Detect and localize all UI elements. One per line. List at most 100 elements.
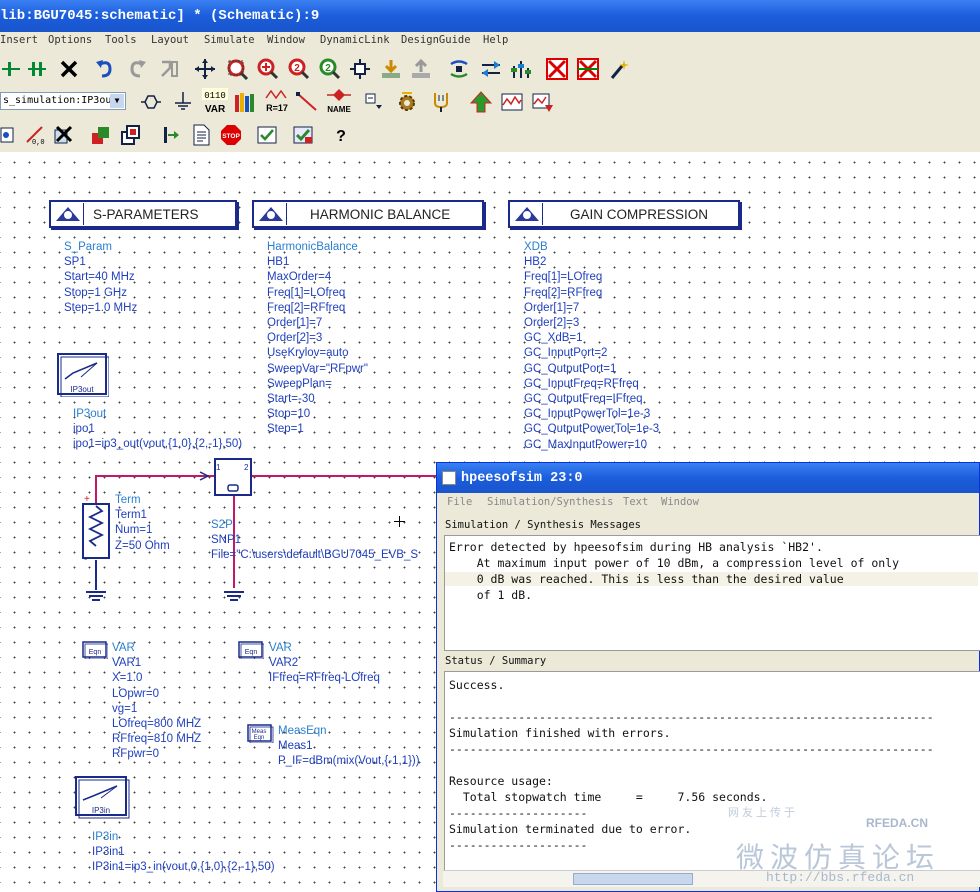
var-equation-icon[interactable]: 0110 VAR — [202, 88, 228, 114]
insert-wire-icon[interactable] — [26, 58, 48, 80]
window-title-bar[interactable]: lib:BGU7045:schematic] * (Schematic):9 — [0, 0, 980, 32]
parameter-sweep-icon[interactable]: R=17 — [264, 88, 288, 113]
menu-simulation-synthesis[interactable]: Simulation/Synthesis — [487, 496, 613, 508]
push-into-hierarchy-icon[interactable] — [380, 58, 402, 80]
menu-window[interactable]: Window — [267, 34, 305, 46]
delete-icon[interactable] — [58, 58, 80, 80]
svg-text:0,0: 0,0 — [32, 139, 45, 146]
menu-options[interactable]: Options — [48, 34, 92, 46]
wire-draw-icon[interactable] — [296, 91, 318, 113]
message-line: of 1 dB. — [449, 588, 533, 602]
move-icon[interactable] — [194, 58, 216, 80]
view-all-icon[interactable] — [349, 58, 371, 80]
param-line: XDB — [524, 241, 548, 253]
zoom-in-2x-icon[interactable]: 2 — [287, 58, 309, 80]
display-template-icon[interactable] — [532, 91, 554, 113]
wire[interactable] — [95, 560, 97, 590]
ip3out-component[interactable]: IP3out — [57, 353, 110, 398]
library-books-icon[interactable] — [234, 91, 256, 113]
scrollbar-thumb[interactable] — [573, 873, 693, 885]
tune-parameters-icon[interactable] — [448, 58, 470, 80]
menu-bar: Insert Options Tools Layout Simulate Win… — [0, 32, 980, 50]
menu-file[interactable]: File — [447, 496, 472, 508]
messages-pane[interactable]: Error detected by hpeesofsim during HB a… — [444, 535, 980, 651]
menu-layout[interactable]: Layout — [151, 34, 189, 46]
param-line: GC_XdB=1 — [524, 332, 583, 345]
port-icon[interactable] — [140, 91, 162, 113]
redo-icon[interactable] — [126, 58, 148, 80]
ip3in-params: IP3in IP3in1 IP3in1=ip3_in(vout,0,{1,0},… — [92, 830, 275, 876]
toolbar-tools: 0,0 STOP ? — [0, 116, 980, 152]
gain-compression-controller[interactable]: GAIN COMPRESSION — [508, 200, 740, 228]
netlist-document-icon[interactable] — [190, 124, 212, 146]
zoom-in-icon[interactable] — [256, 58, 278, 80]
toolbar-main: 2 2 — [0, 50, 980, 88]
tuning-fork-icon[interactable] — [430, 91, 452, 113]
param-line: SweepVar="RFpwr" — [267, 362, 368, 375]
ground-icon[interactable] — [172, 91, 194, 113]
s-parameters-controller[interactable]: S-PARAMETERS — [49, 200, 237, 228]
menu-text[interactable]: Text — [623, 496, 648, 508]
copy-layout-icon[interactable] — [120, 124, 142, 146]
data-display-icon[interactable] — [501, 91, 523, 113]
menu-insert[interactable]: Insert — [0, 34, 38, 46]
optimize-icon[interactable] — [510, 58, 532, 80]
menu-designguide[interactable]: DesignGuide — [401, 34, 471, 46]
help-icon[interactable]: ? — [330, 124, 352, 146]
watermark-small-text: 网友上传于 — [728, 806, 798, 819]
status-line: Success. — [449, 678, 505, 692]
ip3in-component[interactable]: IP3in — [75, 776, 131, 820]
param-line: Term — [115, 494, 141, 506]
var2-component[interactable]: Eqn — [238, 641, 265, 660]
hpeesofsim-title-bar[interactable]: hpeesofsim 23:0 — [437, 463, 979, 493]
status-line: Simulation finished with errors. — [449, 726, 671, 740]
magic-wand-icon[interactable] — [608, 58, 630, 80]
ground-icon[interactable] — [85, 590, 107, 604]
component-library-icon[interactable] — [364, 91, 386, 113]
deactivate-icon[interactable] — [546, 58, 568, 80]
menu-tools[interactable]: Tools — [105, 34, 137, 46]
gear-icon[interactable] — [396, 91, 418, 113]
stop-simulation-icon[interactable]: STOP — [220, 124, 242, 146]
menu-window[interactable]: Window — [661, 496, 699, 508]
color-layers-icon[interactable] — [90, 124, 112, 146]
wire-label-icon[interactable]: NAME — [326, 88, 351, 114]
harmonic-balance-controller[interactable]: HARMONIC BALANCE — [252, 200, 484, 228]
menu-dynamiclink[interactable]: DynamicLink — [320, 34, 390, 46]
var1-component[interactable]: Eqn — [82, 641, 109, 660]
repeat-icon[interactable] — [158, 58, 180, 80]
param-line: MaxOrder=4 — [267, 271, 332, 284]
simulate-icon[interactable] — [480, 58, 502, 80]
verify-design-icon[interactable] — [292, 124, 314, 146]
check-schematic-icon[interactable] — [256, 124, 278, 146]
undo-icon[interactable] — [94, 58, 116, 80]
simulation-controller-icon — [256, 203, 287, 225]
short-component-icon[interactable] — [577, 58, 599, 80]
param-line: VAR — [269, 642, 292, 654]
zoom-out-2x-icon[interactable]: 2 — [318, 58, 340, 80]
menu-help[interactable]: Help — [483, 34, 508, 46]
svg-text:1: 1 — [216, 463, 221, 472]
deselect-icon[interactable] — [52, 124, 74, 146]
s2p-component[interactable]: 12 — [214, 458, 252, 496]
wire[interactable] — [95, 475, 215, 477]
stop-label-text: STOP — [222, 133, 240, 140]
term-component[interactable]: + - — [80, 492, 112, 565]
wire[interactable] — [252, 475, 438, 477]
origin-icon[interactable] — [0, 124, 22, 146]
status-line: ----------------------------------------… — [449, 710, 934, 724]
ground-icon[interactable] — [223, 590, 245, 604]
palette-selector[interactable]: s_simulation:IP3out ▼ — [0, 92, 126, 110]
measeqn-component[interactable]: Meas Eqn — [247, 724, 274, 744]
pin-connect-icon[interactable] — [160, 124, 182, 146]
s-parameters-label: S-PARAMETERS — [93, 207, 199, 222]
snap-grid-icon[interactable]: 0,0 — [24, 124, 46, 146]
param-line: Num=1 — [115, 524, 153, 537]
zoom-area-icon[interactable] — [226, 58, 248, 80]
insert-pin-icon[interactable] — [0, 58, 22, 80]
menu-simulate[interactable]: Simulate — [204, 34, 255, 46]
chevron-down-icon[interactable]: ▼ — [110, 94, 124, 108]
pop-out-hierarchy-icon[interactable] — [410, 58, 432, 80]
r-label-text: R=17 — [266, 103, 288, 113]
green-arrow-up-icon[interactable] — [470, 91, 492, 113]
